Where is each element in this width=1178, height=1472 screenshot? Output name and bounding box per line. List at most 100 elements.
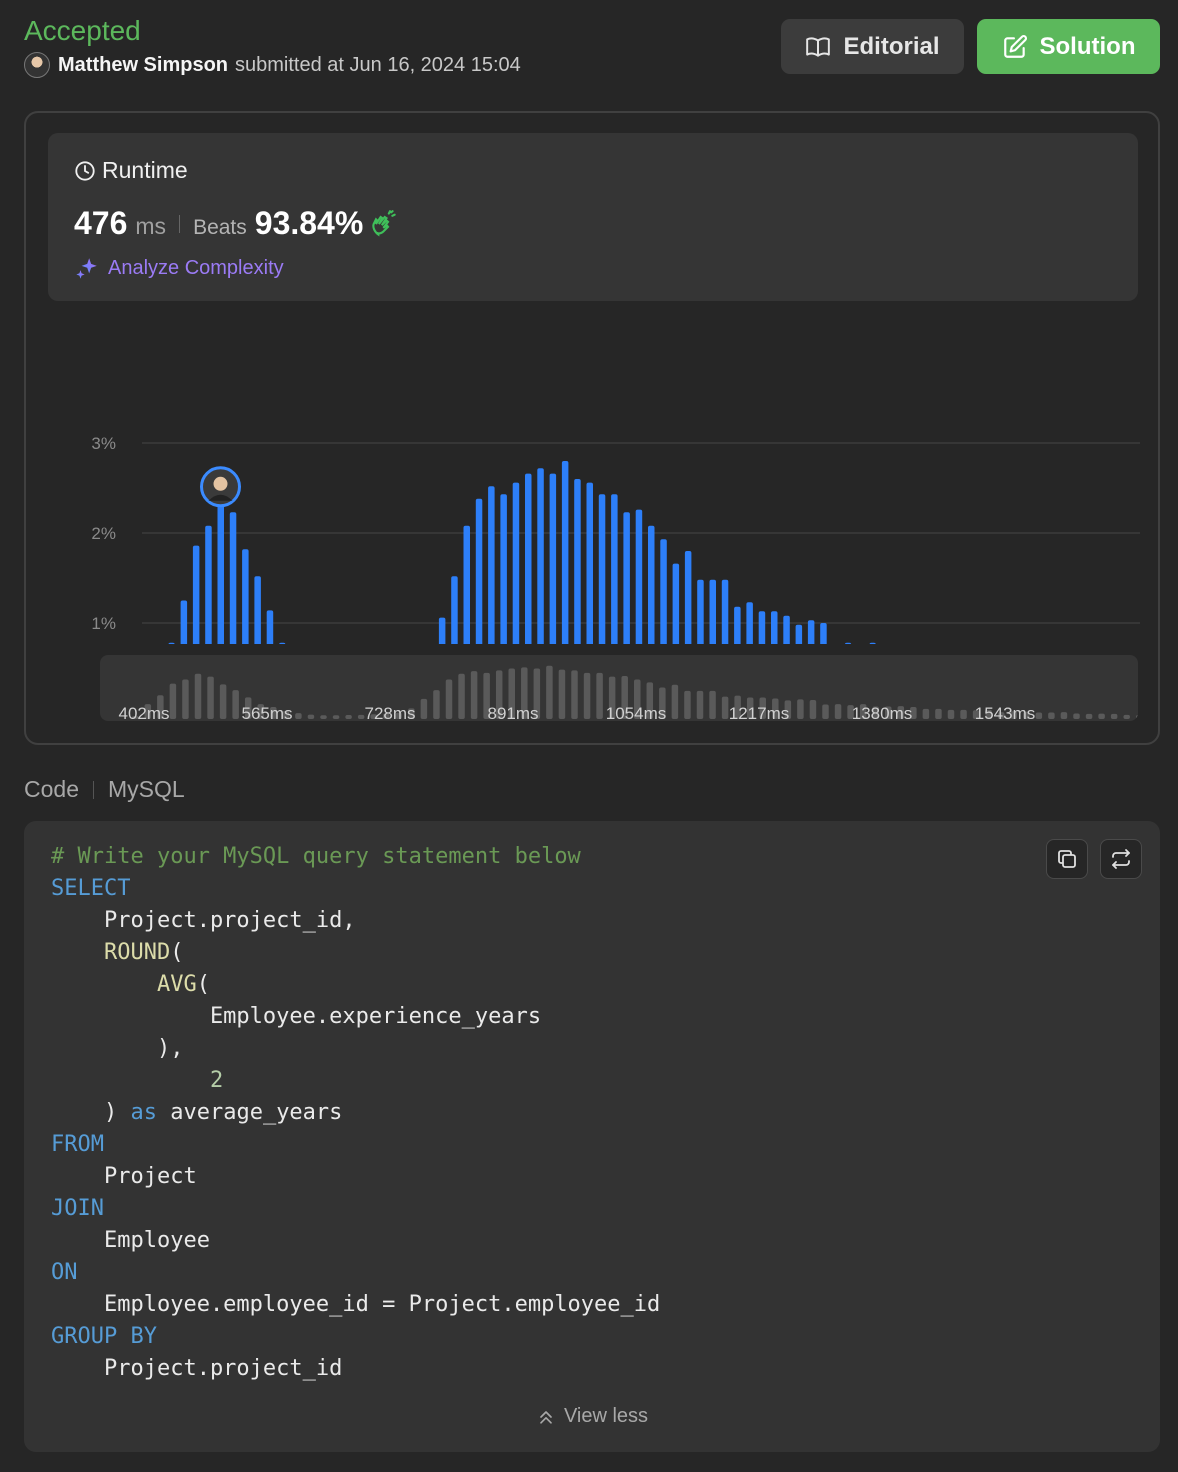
overview-bar bbox=[232, 690, 239, 719]
overview-bar bbox=[433, 690, 440, 719]
runtime-values: 476 ms Beats 93.84% bbox=[74, 205, 397, 242]
overview-bar bbox=[445, 679, 453, 719]
chart-bar[interactable] bbox=[660, 539, 667, 644]
chart-bar[interactable] bbox=[205, 525, 212, 644]
chart-bar[interactable] bbox=[734, 606, 741, 644]
overview-bar bbox=[345, 715, 352, 719]
solution-button[interactable]: Solution bbox=[977, 19, 1160, 74]
chart-bar[interactable] bbox=[549, 473, 557, 644]
chart-bar[interactable] bbox=[488, 486, 495, 644]
chart-bar[interactable] bbox=[525, 473, 532, 644]
chart-bar[interactable] bbox=[512, 482, 520, 644]
overview-bar bbox=[1035, 712, 1043, 719]
chart-range-slider[interactable]: 402ms 565ms 728ms 891ms 1054ms 1217ms 1380ms 15… bbox=[100, 655, 1138, 721]
submitted-text: submitted at Jun 16, 2024 15:04 bbox=[235, 53, 521, 76]
overview-bar bbox=[307, 714, 315, 719]
code-block[interactable]: # Write your MySQL query statement below… bbox=[51, 841, 660, 1385]
runtime-distribution-chart[interactable]: 0%1%2%3%402ms565ms728ms891ms1054ms1217ms… bbox=[50, 429, 1140, 644]
chart-bar[interactable] bbox=[168, 642, 175, 644]
code-line: 2 bbox=[51, 1065, 660, 1097]
chart-bar[interactable] bbox=[192, 545, 200, 644]
code-line: AVG( bbox=[51, 969, 660, 1001]
chart-bar[interactable] bbox=[611, 494, 618, 644]
chart-bar[interactable] bbox=[475, 498, 483, 644]
chart-bar[interactable] bbox=[648, 525, 655, 644]
chart-bar[interactable] bbox=[820, 623, 827, 644]
chart-bar[interactable] bbox=[537, 468, 544, 644]
chart-bar[interactable] bbox=[451, 576, 458, 644]
chart-bar[interactable] bbox=[266, 610, 274, 644]
chart-bar[interactable] bbox=[697, 579, 704, 644]
chart-bar[interactable] bbox=[217, 498, 225, 644]
chart-bar[interactable] bbox=[672, 563, 680, 644]
overview-bar bbox=[320, 715, 327, 719]
analyze-complexity-link[interactable]: Analyze Complexity bbox=[74, 255, 284, 281]
chart-bar[interactable] bbox=[561, 461, 569, 644]
code-line: Project.project_id bbox=[51, 1353, 660, 1385]
chart-bar[interactable] bbox=[635, 509, 643, 644]
overview-tick-label: 565ms bbox=[241, 704, 292, 721]
overview-tick-label: 402ms bbox=[118, 704, 169, 721]
overview-bar bbox=[458, 673, 465, 719]
overview-bar bbox=[571, 670, 578, 719]
overview-bar bbox=[558, 669, 566, 719]
chart-bar[interactable] bbox=[795, 624, 803, 644]
view-less-label: View less bbox=[563, 1405, 649, 1427]
editorial-button[interactable]: Editorial bbox=[781, 19, 964, 74]
avatar bbox=[213, 476, 228, 491]
code-line: FROM bbox=[51, 1129, 660, 1161]
chart-bar[interactable] bbox=[438, 617, 446, 644]
overview-bar bbox=[1136, 715, 1138, 719]
code-token: ON bbox=[51, 1260, 78, 1285]
overview-bar bbox=[1123, 714, 1130, 719]
chart-bar[interactable] bbox=[598, 494, 606, 644]
chart-bar[interactable] bbox=[463, 525, 471, 644]
chart-bar[interactable] bbox=[242, 549, 249, 644]
chart-bar[interactable] bbox=[869, 642, 876, 644]
chart-bar[interactable] bbox=[574, 479, 581, 644]
chart-bar[interactable] bbox=[684, 551, 692, 644]
chart-bar[interactable] bbox=[623, 512, 630, 644]
y-tick-label: 3% bbox=[91, 434, 116, 453]
chart-bar[interactable] bbox=[500, 494, 507, 644]
chart-bar[interactable] bbox=[844, 642, 852, 644]
submission-header: Accepted Matthew Simpson submitted at Ju… bbox=[24, 14, 521, 78]
code-line: Project.project_id, bbox=[51, 905, 660, 937]
chart-bar[interactable] bbox=[758, 611, 766, 644]
chart-bar[interactable] bbox=[229, 512, 237, 644]
overview-tick-label: 1217ms bbox=[729, 704, 789, 721]
code-token: AVG bbox=[156, 972, 197, 997]
code-token: ( bbox=[196, 972, 210, 997]
chart-bar[interactable] bbox=[709, 579, 717, 644]
chart-bar[interactable] bbox=[721, 579, 729, 644]
code-line: JOIN bbox=[51, 1193, 660, 1225]
avatar[interactable] bbox=[24, 52, 50, 78]
code-header: Code MySQL bbox=[24, 776, 185, 803]
switch-view-button[interactable] bbox=[1100, 839, 1142, 879]
view-less-button[interactable]: View less bbox=[24, 1405, 1160, 1428]
chart-bar[interactable] bbox=[746, 602, 753, 644]
chart-bar[interactable] bbox=[254, 576, 261, 644]
chart-bar[interactable] bbox=[279, 642, 286, 644]
overview-bar bbox=[809, 700, 817, 719]
code-token: SELECT bbox=[51, 876, 131, 901]
chart-bar[interactable] bbox=[807, 620, 815, 644]
beats-label: Beats bbox=[193, 216, 247, 239]
code-line: GROUP BY bbox=[51, 1321, 660, 1353]
overview-bar bbox=[709, 690, 716, 719]
overview-bar bbox=[1110, 713, 1118, 719]
overview-bar bbox=[684, 690, 691, 719]
code-line: ROUND( bbox=[51, 937, 660, 969]
chart-bar[interactable] bbox=[783, 615, 790, 644]
y-tick-label: 1% bbox=[91, 614, 116, 633]
overview-bar bbox=[922, 708, 930, 719]
overview-bar bbox=[822, 704, 829, 719]
overview-bar bbox=[797, 699, 804, 719]
chart-bar[interactable] bbox=[586, 482, 594, 644]
chart-bar[interactable] bbox=[771, 611, 778, 644]
code-token: average_years bbox=[156, 1100, 343, 1125]
chart-bar[interactable] bbox=[180, 600, 188, 645]
user-name-link[interactable]: Matthew Simpson bbox=[58, 54, 228, 77]
copy-code-button[interactable] bbox=[1046, 839, 1088, 879]
